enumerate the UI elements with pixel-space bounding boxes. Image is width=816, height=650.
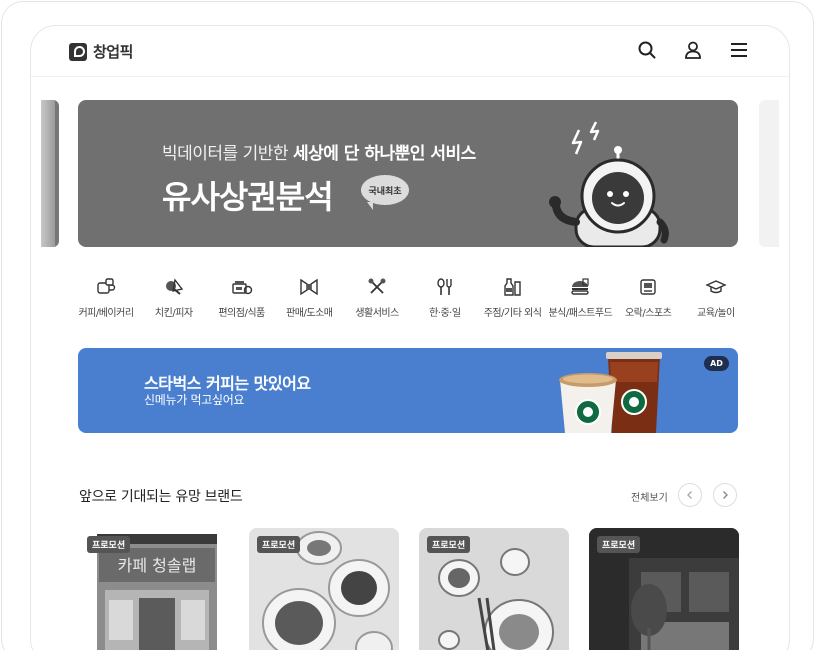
hero-subtitle-prefix: 빅데이터를 기반한 [162, 144, 293, 164]
category-label: 교육/놀이 [697, 308, 735, 319]
promotion-tag: 프로모션 [597, 536, 641, 553]
carousel-next-button[interactable] [713, 483, 737, 507]
hero-subtitle: 빅데이터를 기반한 세상에 단 하나뿐인 서비스 [162, 139, 476, 164]
category-label: 판매/도소매 [286, 308, 333, 319]
hero-next-slide[interactable] [759, 100, 779, 247]
menu-icon[interactable] [729, 40, 749, 60]
utensils-icon [437, 278, 452, 295]
promotion-tag: 프로모션 [87, 536, 131, 553]
brand-card[interactable]: 프로모션 [589, 528, 739, 650]
hero-prev-slide[interactable] [41, 100, 59, 247]
tools-icon [368, 278, 386, 294]
graduation-cap-icon [705, 280, 727, 294]
header: 창업픽 [31, 26, 789, 77]
app-window: 창업픽 빅데이터를 기반한 세상에 단 하나뿐인 서비스 유사상권분석 국내최초 [30, 25, 790, 650]
bottle-icon [503, 278, 521, 296]
view-all-link[interactable]: 전체보기 [631, 489, 668, 504]
ribbon-icon [300, 278, 318, 296]
promotion-tag: 프로모션 [427, 536, 471, 553]
category-label: 한·중·일 [429, 308, 461, 319]
chevron-left-icon [687, 491, 692, 499]
category-item[interactable]: 치킨/피자 [141, 276, 207, 319]
category-label: 주점/기타 외식 [483, 308, 542, 319]
category-item[interactable]: 주점/기타 외식 [480, 276, 546, 319]
section-title: 앞으로 기대되는 유망 브랜드 [79, 489, 243, 505]
logo-text: 창업픽 [93, 43, 133, 61]
category-item[interactable]: 커피/베이커리 [73, 276, 139, 319]
ad-banner[interactable]: 스타벅스 커피는 맛있어요 신메뉴가 먹고싶어요 AD [78, 348, 738, 433]
search-icon[interactable] [637, 40, 657, 60]
chicken-icon [165, 278, 183, 295]
brand-card[interactable]: 프로모션 [419, 528, 569, 650]
logo[interactable]: 창업픽 [69, 41, 133, 62]
logo-mark-icon [69, 42, 87, 61]
promotion-tag: 프로모션 [257, 536, 301, 553]
game-icon [640, 279, 656, 295]
store-icon [231, 281, 252, 295]
burger-icon [571, 278, 590, 295]
category-item[interactable]: 생활서비스 [344, 276, 410, 319]
category-item[interactable]: 분식/패스트푸드 [547, 276, 613, 319]
category-item[interactable]: 편의점/식품 [209, 276, 275, 319]
hero-subtitle-bold: 세상에 단 하나뿐인 서비스 [292, 144, 476, 164]
category-item[interactable]: 오락/스포츠 [615, 276, 681, 319]
hero-badge: 국내최초 [361, 175, 409, 210]
hero-title: 유사상권분석 [162, 178, 334, 216]
robot-mascot-icon [549, 121, 669, 247]
brand-list: 프로모션 카페 청솔랩 프로모션 프로모션 프로모션 [79, 528, 739, 650]
ad-subtitle: 신메뉴가 먹고싶어요 [144, 393, 245, 407]
brand-card[interactable]: 프로모션 카페 청솔랩 [79, 528, 229, 650]
header-actions [637, 40, 749, 60]
ad-badge: AD [704, 356, 729, 371]
user-icon[interactable] [683, 40, 703, 60]
brand-card[interactable]: 프로모션 [249, 528, 399, 650]
coffee-cups-image [559, 352, 662, 433]
hero-banner[interactable]: 빅데이터를 기반한 세상에 단 하나뿐인 서비스 유사상권분석 국내최초 [78, 100, 738, 247]
category-label: 오락/스포츠 [624, 308, 672, 319]
category-label: 편의점/식품 [218, 308, 265, 319]
category-label: 커피/베이커리 [78, 308, 134, 319]
svg-text:카페 청솔랩: 카페 청솔랩 [118, 556, 197, 575]
category-label: 분식/패스트푸드 [548, 308, 613, 319]
category-item[interactable]: 한·중·일 [412, 276, 478, 319]
coffee-icon [97, 278, 116, 294]
category-item[interactable]: 교육/놀이 [683, 276, 749, 319]
category-label: 치킨/피자 [154, 308, 193, 319]
carousel-prev-button[interactable] [678, 483, 702, 507]
category-item[interactable]: 판매/도소매 [276, 276, 342, 319]
category-label: 생활서비스 [355, 308, 399, 319]
chevron-right-icon [723, 491, 728, 499]
category-list: 커피/베이커리 치킨/피자 편의점/식품 판매/도소매 생활서비스 한·중·일 … [73, 276, 749, 319]
